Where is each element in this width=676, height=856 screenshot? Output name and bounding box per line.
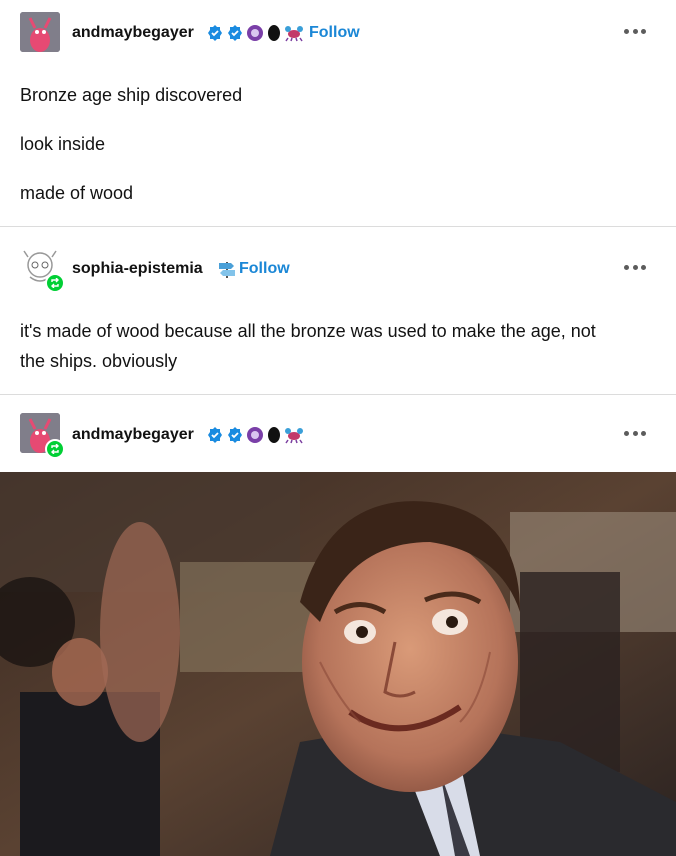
more-options-icon[interactable] bbox=[624, 264, 646, 270]
username[interactable]: andmaybegayer bbox=[72, 24, 194, 42]
crab-badge-icon bbox=[285, 26, 303, 42]
purple-badge-icon bbox=[247, 427, 263, 443]
post-original: andmaybegayer Follow Bronze age ship dis… bbox=[0, 0, 676, 226]
username[interactable]: sophia-epistemia bbox=[72, 260, 203, 278]
verified-badge-icon bbox=[228, 25, 242, 41]
post-text: made of wood bbox=[20, 183, 134, 203]
reblog-icon bbox=[45, 439, 65, 459]
gif-image-content bbox=[0, 472, 676, 856]
gif-image[interactable] bbox=[0, 472, 676, 856]
post-reblog: andmaybegayer bbox=[0, 395, 676, 472]
post-text: Bronze age ship discovered bbox=[20, 85, 243, 105]
reblog-icon bbox=[45, 273, 65, 293]
post-text: it's made of wood because all the bronze… bbox=[20, 321, 596, 371]
verified-badge-icon bbox=[208, 427, 222, 443]
post-text: look inside bbox=[20, 134, 106, 154]
verified-badge-icon bbox=[228, 427, 242, 443]
crab-badge-icon bbox=[285, 428, 303, 444]
more-options-icon[interactable] bbox=[624, 430, 646, 436]
username[interactable]: andmaybegayer bbox=[72, 426, 194, 444]
follow-button[interactable]: Follow bbox=[239, 260, 290, 278]
user-badges bbox=[206, 24, 304, 42]
more-options-icon[interactable] bbox=[624, 28, 646, 34]
user-badges bbox=[206, 426, 304, 444]
avatar[interactable] bbox=[20, 12, 60, 52]
follow-button[interactable]: Follow bbox=[309, 24, 360, 42]
black-badge-icon bbox=[268, 25, 280, 41]
avatar-icon bbox=[20, 12, 60, 52]
post-reblog: sophia-epistemia Follow it's made of woo… bbox=[0, 227, 676, 394]
verified-badge-icon bbox=[208, 25, 222, 41]
signpost-icon bbox=[219, 262, 235, 278]
purple-badge-icon bbox=[247, 25, 263, 41]
black-badge-icon bbox=[268, 427, 280, 443]
